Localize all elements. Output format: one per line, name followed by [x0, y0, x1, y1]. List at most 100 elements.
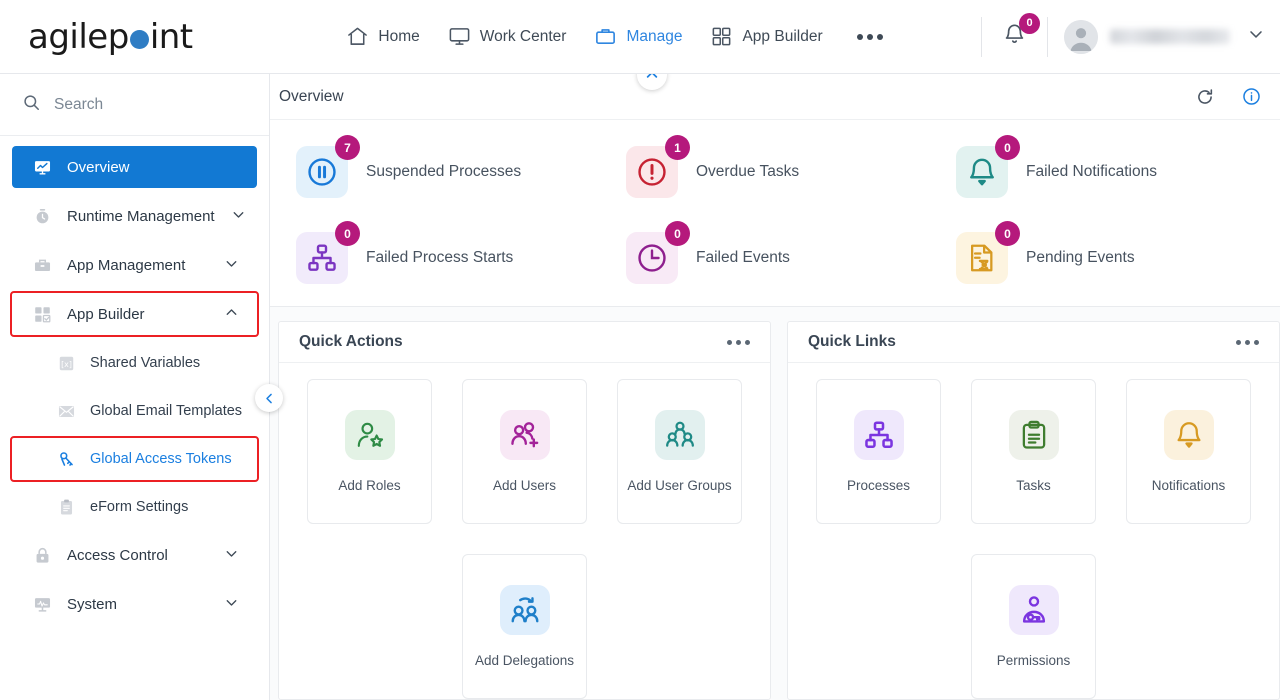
more-dots-icon[interactable] [1236, 339, 1259, 345]
tile-suspended-processes[interactable]: 7 Suspended Processes [280, 135, 610, 206]
tile-pending-events[interactable]: 0 Pending Events [940, 221, 1270, 292]
sidebar-collapse-button[interactable] [255, 384, 283, 412]
body: Overview Runtime Management App Manag [0, 74, 1280, 700]
search-input[interactable] [54, 95, 224, 114]
sidebar-item-runtime-management[interactable]: Runtime Management [12, 195, 257, 237]
quick-action-label: Add Users [492, 478, 557, 493]
tile-failed-events[interactable]: 0 Failed Events [610, 221, 940, 292]
quick-link-label: Notifications [1151, 478, 1226, 493]
tile-label: Overdue Tasks [696, 163, 800, 180]
sidebar-nav-list: Overview Runtime Management App Manageme… [0, 136, 269, 700]
tile-overdue-tasks[interactable]: 1 Overdue Tasks [610, 135, 940, 206]
sidebar-item-access-control[interactable]: Access Control [12, 534, 257, 576]
overview-tiles: 7 Suspended Processes 1 Overdue Tasks 0 … [270, 120, 1280, 306]
more-dots-icon[interactable] [851, 33, 889, 40]
nav-item-home[interactable]: Home [346, 25, 420, 48]
quick-link-notifications[interactable]: Notifications [1126, 379, 1251, 524]
sidebar-item-system[interactable]: System [12, 583, 257, 625]
monitor-icon [448, 25, 471, 48]
tile-badge: 1 [665, 135, 690, 160]
logo-dot-icon [129, 30, 149, 49]
sidebar-label: App Builder [67, 305, 145, 323]
chevron-down-icon[interactable] [1246, 24, 1266, 49]
clock-circle-icon: 0 [626, 221, 690, 284]
tile-badge: 0 [665, 221, 690, 246]
quick-links-title: Quick Links [808, 333, 896, 350]
widgets-row: Quick Actions Add Roles Add Users Add Us… [270, 307, 1280, 700]
grid-check-icon [32, 305, 52, 324]
hierarchy-icon: 0 [296, 221, 360, 284]
chevron-down-icon[interactable] [223, 255, 240, 276]
grid-icon [710, 25, 733, 48]
nav-item-manage[interactable]: Manage [594, 25, 682, 48]
info-icon[interactable] [1241, 86, 1262, 107]
top-header: agilep int Home Work Center Manage App B… [0, 0, 1280, 74]
document-hourglass-icon: 0 [956, 221, 1020, 284]
sidebar-label: eForm Settings [90, 499, 189, 515]
clipboard-check-icon [1008, 410, 1059, 460]
chevron-up-icon[interactable] [223, 304, 240, 325]
refresh-icon[interactable] [1195, 87, 1215, 107]
quick-action-label: Add User Groups [627, 478, 732, 493]
quick-action-add-user-groups[interactable]: Add User Groups [617, 379, 742, 524]
sidebar-item-overview[interactable]: Overview [12, 146, 257, 188]
overview-header: Overview [270, 74, 1280, 120]
quick-action-label: Add Delegations [474, 653, 575, 668]
sidebar-item-global-email-templates[interactable]: Global Email Templates [12, 390, 257, 432]
sidebar-label: Overview [67, 158, 130, 176]
notification-bell-button[interactable]: 0 [998, 12, 1040, 56]
chevron-down-icon[interactable] [230, 206, 247, 227]
sidebar-item-eform-settings[interactable]: eForm Settings [12, 486, 257, 528]
sidebar-label: System [67, 595, 118, 613]
quick-link-processes[interactable]: Processes [816, 379, 941, 524]
chevron-down-icon[interactable] [223, 594, 240, 615]
logo[interactable]: agilep int [0, 17, 270, 57]
divider [981, 16, 982, 57]
page-title: Overview [279, 87, 344, 105]
clock-icon [32, 207, 52, 226]
tile-failed-notifications[interactable]: 0 Failed Notifications [940, 135, 1270, 206]
quick-links-widget: Quick Links Processes Tasks Notification… [787, 321, 1280, 700]
tile-label: Failed Process Starts [366, 249, 514, 266]
sidebar-label: Access Control [67, 546, 168, 564]
home-icon [346, 25, 369, 48]
app-root: agilep int Home Work Center Manage App B… [0, 0, 1280, 700]
notification-count-badge: 0 [1019, 12, 1040, 34]
people-arrow-icon [499, 585, 550, 635]
logo-text: agilep int [28, 17, 193, 57]
more-dots-icon[interactable] [727, 339, 750, 345]
bell-icon: 0 [956, 135, 1020, 198]
quick-action-add-roles[interactable]: Add Roles [307, 379, 432, 524]
quick-actions-cards: Add Roles Add Users Add User Groups Add … [279, 363, 770, 699]
sidebar-item-app-management[interactable]: App Management [12, 244, 257, 286]
quick-link-tasks[interactable]: Tasks [971, 379, 1096, 524]
quick-link-permissions[interactable]: Permissions [971, 554, 1096, 699]
chevron-down-icon[interactable] [223, 545, 240, 566]
pause-circle-icon: 7 [296, 135, 360, 198]
quick-action-add-users[interactable]: Add Users [462, 379, 587, 524]
exclamation-circle-icon: 1 [626, 135, 690, 198]
overview-panel: Overview 7 Suspended Processes 1 Overdue… [270, 74, 1280, 307]
user-name [1110, 29, 1230, 44]
key-icon [56, 450, 76, 469]
nav-label-work-center: Work Center [479, 27, 567, 45]
logo-text-after: int [149, 16, 193, 57]
sidebar-item-global-access-tokens[interactable]: Global Access Tokens [10, 436, 259, 482]
quick-links-header: Quick Links [788, 322, 1279, 363]
sidebar-search[interactable] [0, 74, 269, 136]
nav-item-work-center[interactable]: Work Center [448, 25, 567, 48]
logo-text-before: agilep [28, 16, 129, 57]
tile-badge: 7 [335, 135, 360, 160]
clipboard-icon [56, 498, 76, 517]
envelope-icon [56, 402, 76, 421]
quick-actions-title: Quick Actions [299, 333, 403, 350]
quick-action-add-delegations[interactable]: Add Delegations [462, 554, 587, 699]
sidebar-label: App Management [67, 256, 186, 274]
sidebar-item-app-builder[interactable]: App Builder [10, 291, 259, 337]
nav-item-app-builder[interactable]: App Builder [710, 25, 823, 48]
avatar[interactable] [1064, 19, 1098, 54]
tile-failed-process-starts[interactable]: 0 Failed Process Starts [280, 221, 610, 292]
hierarchy-icon [853, 410, 904, 460]
sidebar-item-shared-variables[interactable]: [x] Shared Variables [12, 342, 257, 384]
